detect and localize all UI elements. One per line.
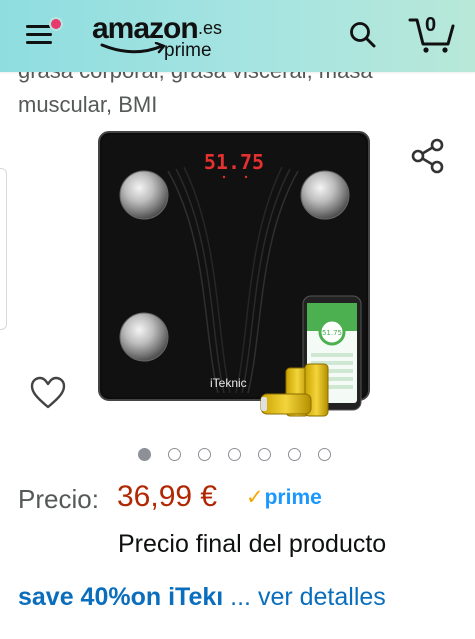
image-carousel-dots [0,447,475,463]
hamburger-bar [26,33,52,36]
final-price-note: Precio final del producto [118,530,387,558]
share-icon [411,138,444,174]
share-button[interactable] [410,138,448,174]
carousel-dot[interactable] [288,448,301,461]
notification-dot [49,17,63,31]
prime-badge-text: prime [264,486,322,509]
search-button[interactable] [348,20,378,50]
carousel-dot[interactable] [198,448,211,461]
wishlist-button[interactable] [30,376,66,410]
logo-tld: .es [198,18,223,38]
carousel-dot[interactable] [138,448,151,461]
price-label: Precio: [18,484,99,514]
logo-prime: prime [164,40,212,61]
product-image[interactable]: 51.75 iTeknic 51.75 [98,131,370,421]
prime-badge: ✓prime [246,485,322,510]
scale-display-text: 51.75 [204,150,264,174]
logo-smile-icon [100,42,166,54]
scale-brand-text: iTeknic [210,376,247,390]
cart-count: 0 [425,14,437,36]
carousel-dot[interactable] [168,448,181,461]
scale-image: 51.75 iTeknic 51.75 [98,131,370,417]
carousel-dot[interactable] [228,448,241,461]
price-value: 36,99 € [117,480,218,513]
heart-icon [30,376,66,409]
search-icon [350,22,376,48]
carousel-dot[interactable] [318,448,331,461]
top-header: amazon .es prime 0 [0,0,475,72]
promo-text: save 40%on iTekı [18,583,224,611]
product-title: muscular, BMI [18,92,158,117]
promo-banner[interactable]: save 40%on iTekı ... ver detalles [18,583,386,612]
amazon-prime-logo[interactable]: amazon .es prime [92,12,232,61]
phone-reading-text: 51.75 [322,329,342,337]
hamburger-menu-icon [26,25,52,28]
carousel-dot[interactable] [258,448,271,461]
promo-details-link[interactable]: ... ver detalles [230,583,386,611]
side-panel-handle[interactable] [0,168,7,330]
hamburger-bar [26,41,52,44]
prime-check-icon: ✓ [246,486,264,509]
cart-button[interactable]: 0 [408,12,456,54]
menu-button[interactable] [26,17,63,48]
